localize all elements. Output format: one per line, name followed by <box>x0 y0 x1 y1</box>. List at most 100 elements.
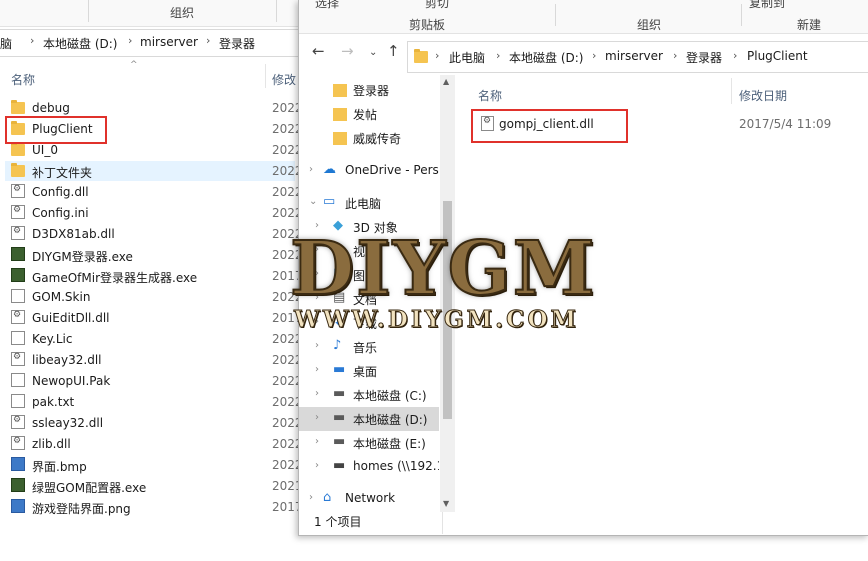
breadcrumb-mirserver[interactable]: mirserver <box>140 35 198 49</box>
breadcrumb-plugclient[interactable]: PlugClient <box>747 49 808 63</box>
breadcrumb-this-pc[interactable]: 脑 <box>0 35 12 52</box>
breadcrumb-this-pc[interactable]: 此电脑 <box>449 49 485 66</box>
nav-item-label: 音乐 <box>353 341 378 355</box>
nav-item-folder[interactable]: 登录器 <box>299 78 439 102</box>
ribbon-separator <box>88 0 89 22</box>
nav-item-music[interactable]: › ♪ 音乐 <box>299 335 439 359</box>
folder-icon <box>333 84 347 97</box>
folder-icon <box>11 142 25 156</box>
back-address-bar[interactable]: 脑 › 本地磁盘 (D:) › mirserver › 登录器 <box>0 29 301 57</box>
file-row[interactable]: NewopUI.Pak <box>5 371 295 391</box>
chevron-right-icon[interactable]: › <box>496 49 500 62</box>
ribbon-select[interactable]: 选择 <box>315 0 339 11</box>
file-name: libeay32.dll <box>32 353 102 367</box>
file-row[interactable]: GameOfMir登录器生成器.exe <box>5 266 295 286</box>
chevron-icon[interactable]: › <box>309 164 313 175</box>
file-icon <box>11 289 25 303</box>
file-row[interactable]: Config.dll <box>5 182 295 202</box>
ribbon-group-clipboard: 剪贴板 <box>409 18 446 32</box>
file-row[interactable]: Config.ini <box>5 203 295 223</box>
file-row[interactable]: 绿盟GOM配置器.exe <box>5 476 295 496</box>
file-icon <box>11 331 25 345</box>
file-row[interactable]: 补丁文件夹 <box>5 161 295 181</box>
nav-item-drive[interactable]: › ▬ 本地磁盘 (E:) <box>299 431 439 455</box>
breadcrumb-drive-d[interactable]: 本地磁盘 (D:) <box>509 49 583 66</box>
file-name: Key.Lic <box>32 332 73 346</box>
nav-item-network[interactable]: › ⌂ Network <box>299 487 439 511</box>
nav-item-label: Network <box>345 491 396 505</box>
front-address-bar[interactable]: › 此电脑 › 本地磁盘 (D:) › mirserver › 登录器 › Pl… <box>407 41 868 73</box>
scroll-down-icon[interactable]: ▼ <box>443 499 449 508</box>
nav-item-cloud[interactable]: › ☁ OneDrive - Perso <box>299 159 439 183</box>
chevron-right-icon[interactable]: › <box>592 49 596 62</box>
settings-file-icon <box>11 205 25 219</box>
breadcrumb-drive-d[interactable]: 本地磁盘 (D:) <box>43 35 117 52</box>
file-row[interactable]: Key.Lic <box>5 329 295 349</box>
file-name: 游戏登陆界面.png <box>32 502 131 516</box>
file-row[interactable]: 游戏登陆界面.png <box>5 497 295 517</box>
file-name: UI_0 <box>32 143 58 157</box>
file-name: 绿盟GOM配置器.exe <box>32 481 147 495</box>
chevron-icon[interactable]: › <box>315 364 319 375</box>
nav-item-drive-win[interactable]: › ▬ 本地磁盘 (C:) <box>299 383 439 407</box>
nav-item-drive[interactable]: › ▬ 本地磁盘 (D:) <box>299 407 439 431</box>
chevron-icon[interactable]: › <box>315 436 319 447</box>
chevron-icon[interactable]: › <box>315 388 319 399</box>
chevron-icon[interactable]: › <box>309 492 313 503</box>
chevron-right-icon[interactable]: › <box>435 49 439 62</box>
settings-file-icon <box>11 310 25 324</box>
file-row[interactable]: 界面.bmp <box>5 455 295 475</box>
nav-item-desktop[interactable]: › ▬ 桌面 <box>299 359 439 383</box>
up-arrow-icon[interactable]: ↑ <box>387 42 400 60</box>
file-row[interactable]: pak.txt <box>5 392 295 412</box>
file-row[interactable]: libeay32.dll <box>5 350 295 370</box>
file-row[interactable]: ssleay32.dll <box>5 413 295 433</box>
sort-up-icon: ^ <box>130 60 138 70</box>
settings-file-icon <box>11 184 25 198</box>
file-name: GOM.Skin <box>32 290 91 304</box>
file-row[interactable]: DIYGM登录器.exe <box>5 245 295 265</box>
chevron-icon[interactable]: › <box>315 412 319 423</box>
breadcrumb-launcher[interactable]: 登录器 <box>686 49 722 66</box>
file-row[interactable]: D3DX81ab.dll <box>5 224 295 244</box>
ribbon-copy-to[interactable]: 复制到 <box>749 0 785 11</box>
nav-item-label: 本地磁盘 (C:) <box>353 389 427 403</box>
chevron-right-icon[interactable]: › <box>128 34 132 47</box>
nav-item-pc[interactable]: ⌄ ▭ 此电脑 <box>299 191 439 215</box>
cloud-icon: ☁ <box>323 162 336 177</box>
column-header-modified[interactable]: 修改日期 <box>739 87 787 104</box>
ribbon-separator <box>276 0 277 22</box>
nav-item-folder[interactable]: 威威传奇 <box>299 126 439 150</box>
nav-item-folder[interactable]: 发帖 <box>299 102 439 126</box>
folder-icon <box>414 49 428 63</box>
nav-item-network-drive[interactable]: › ▬ homes (\\192.1 <box>299 455 439 479</box>
forward-arrow-icon[interactable]: → <box>341 42 354 60</box>
chevron-icon[interactable]: › <box>315 460 319 471</box>
back-arrow-icon[interactable]: ← <box>312 42 325 60</box>
chevron-right-icon[interactable]: › <box>733 49 737 62</box>
file-row[interactable]: zlib.dll <box>5 434 295 454</box>
status-divider <box>442 512 443 534</box>
chevron-right-icon[interactable]: › <box>206 34 210 47</box>
chevron-icon[interactable]: ⌄ <box>309 196 317 207</box>
file-name: zlib.dll <box>32 437 71 451</box>
scroll-up-icon[interactable]: ▲ <box>443 77 449 86</box>
file-row[interactable]: GuiEditDll.dll <box>5 308 295 328</box>
column-header-name[interactable]: 名称 <box>478 87 502 104</box>
status-item-count: 1 个项目 <box>314 515 362 529</box>
chevron-icon[interactable]: › <box>315 340 319 351</box>
recent-locations-chevron-icon[interactable]: ⌄ <box>369 47 377 58</box>
pc-icon: ▭ <box>323 194 336 209</box>
chevron-right-icon[interactable]: › <box>30 34 34 47</box>
column-divider[interactable] <box>265 64 266 88</box>
network-drive-icon: ▬ <box>333 458 346 473</box>
column-divider[interactable] <box>731 78 732 104</box>
file-row[interactable]: debug <box>5 98 295 118</box>
column-header-name[interactable]: 名称 <box>11 71 35 88</box>
file-row[interactable]: GOM.Skin <box>5 287 295 307</box>
file-name: Config.dll <box>32 185 89 199</box>
breadcrumb-launcher[interactable]: 登录器 <box>219 35 255 52</box>
chevron-right-icon[interactable]: › <box>673 49 677 62</box>
breadcrumb-mirserver[interactable]: mirserver <box>605 49 663 63</box>
ribbon-cut[interactable]: 剪切 <box>425 0 449 11</box>
